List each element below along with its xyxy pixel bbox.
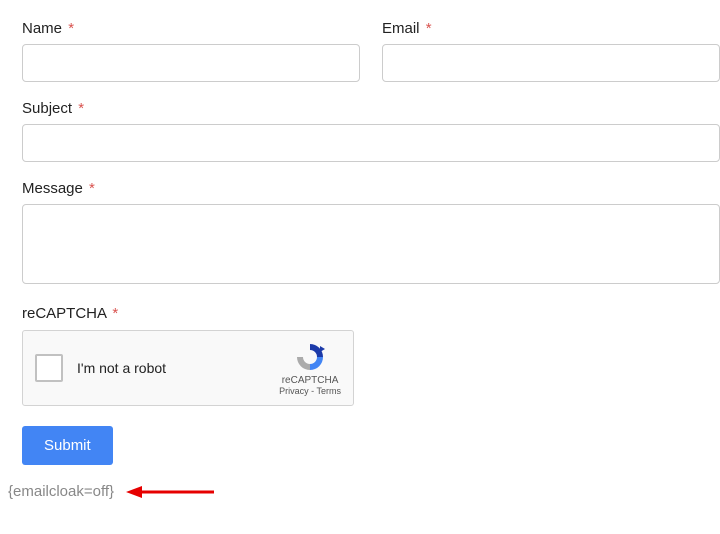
recaptcha-field-wrapper: reCAPTCHA * I'm not a robot reCAPTCHA Pr… [22, 305, 720, 406]
email-field-wrapper: Email * [382, 20, 720, 82]
email-label-text: Email [382, 20, 420, 37]
submit-button[interactable]: Submit [22, 426, 113, 465]
recaptcha-terms-link[interactable]: Terms [317, 386, 342, 396]
subject-field-wrapper: Subject * [22, 100, 720, 162]
recaptcha-widget: I'm not a robot reCAPTCHA Privacy - Term… [22, 330, 354, 406]
required-indicator: * [78, 100, 84, 117]
recaptcha-link-separator: - [309, 386, 317, 396]
subject-input[interactable] [22, 124, 720, 162]
email-input[interactable] [382, 44, 720, 82]
recaptcha-links: Privacy - Terms [279, 386, 341, 396]
message-label: Message * [22, 180, 720, 197]
recaptcha-brand-text: reCAPTCHA [282, 375, 339, 386]
arrow-left-icon [126, 484, 216, 500]
recaptcha-label-text: reCAPTCHA [22, 305, 106, 322]
recaptcha-checkbox[interactable] [35, 354, 63, 382]
subject-label: Subject * [22, 100, 720, 117]
required-indicator: * [426, 20, 432, 37]
subject-label-text: Subject [22, 100, 72, 117]
recaptcha-branding: reCAPTCHA Privacy - Terms [279, 341, 341, 396]
emailcloak-text: {emailcloak=off} [8, 483, 114, 500]
footer-annotation: {emailcloak=off} [8, 483, 720, 500]
email-label: Email * [382, 20, 720, 37]
contact-form: Name * Email * Subject * Message * reCAP [0, 0, 720, 500]
required-indicator: * [112, 305, 118, 322]
name-input[interactable] [22, 44, 360, 82]
required-indicator: * [68, 20, 74, 37]
recaptcha-checkbox-label: I'm not a robot [77, 360, 271, 376]
message-textarea[interactable] [22, 204, 720, 284]
name-label-text: Name [22, 20, 62, 37]
recaptcha-privacy-link[interactable]: Privacy [279, 386, 309, 396]
recaptcha-logo-icon [294, 341, 326, 373]
required-indicator: * [89, 180, 95, 197]
message-label-text: Message [22, 180, 83, 197]
name-field-wrapper: Name * [22, 20, 360, 82]
message-field-wrapper: Message * [22, 180, 720, 287]
recaptcha-label: reCAPTCHA * [22, 305, 720, 322]
name-label: Name * [22, 20, 360, 37]
